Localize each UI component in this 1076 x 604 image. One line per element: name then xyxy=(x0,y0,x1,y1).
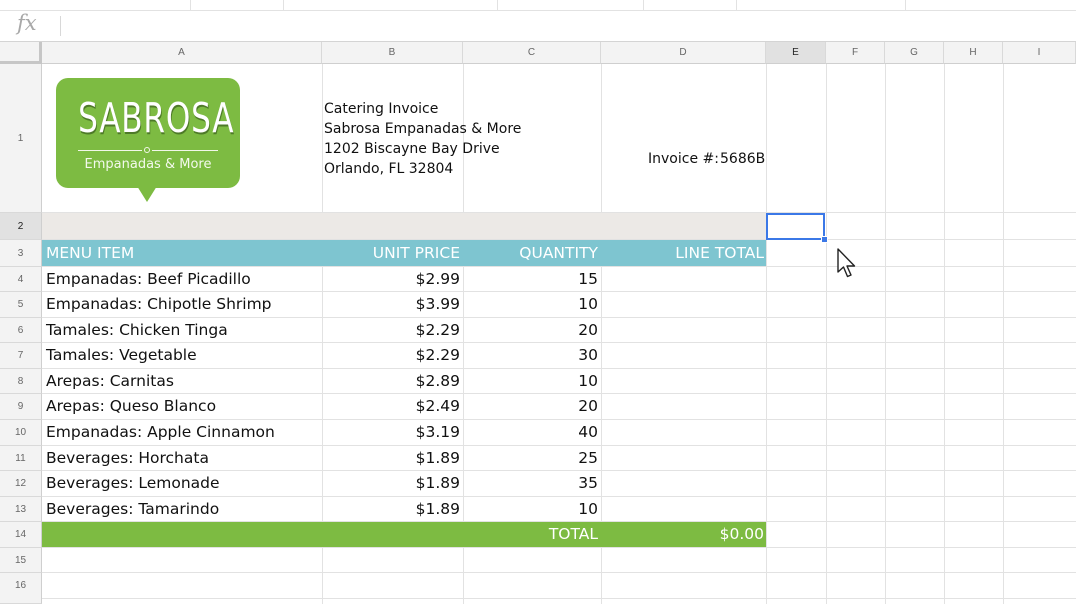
item-qty[interactable]: 15 xyxy=(463,267,598,292)
item-price[interactable]: $2.89 xyxy=(322,369,460,394)
row-header-2[interactable]: 2 xyxy=(0,213,42,240)
formula-bar: fx xyxy=(0,11,1076,42)
fx-icon: fx xyxy=(17,11,37,35)
invoice-number-value: 5686B xyxy=(720,151,766,167)
item-qty[interactable]: 30 xyxy=(463,343,598,368)
street-address: 1202 Biscayne Bay Drive xyxy=(324,141,500,157)
row-header-3[interactable]: 3 xyxy=(0,240,42,267)
item-qty[interactable]: 25 xyxy=(463,446,598,471)
header-line-total[interactable]: LINE TOTAL xyxy=(601,241,764,266)
item-price[interactable]: $1.89 xyxy=(322,497,460,522)
item-qty[interactable]: 10 xyxy=(463,369,598,394)
item-name[interactable]: Empanadas: Apple Cinnamon xyxy=(46,420,275,445)
spacer-row xyxy=(42,213,766,239)
row-header-6[interactable]: 6 xyxy=(0,318,42,343)
item-price[interactable]: $2.29 xyxy=(322,318,460,343)
formula-bar-divider xyxy=(60,16,61,36)
column-header-g[interactable]: G xyxy=(885,42,944,64)
item-qty[interactable]: 20 xyxy=(463,318,598,343)
city-state-zip: Orlando, FL 32804 xyxy=(324,161,454,177)
item-price[interactable]: $1.89 xyxy=(322,471,460,496)
row-header-12[interactable]: 12 xyxy=(0,471,42,497)
item-price[interactable]: $3.99 xyxy=(322,292,460,317)
column-header-i[interactable]: I xyxy=(1003,42,1076,64)
item-name[interactable]: Beverages: Lemonade xyxy=(46,471,220,496)
row-header-11[interactable]: 11 xyxy=(0,446,42,471)
header-quantity[interactable]: QUANTITY xyxy=(463,241,598,266)
select-all-corner[interactable] xyxy=(0,42,42,64)
header-menu-item[interactable]: MENU ITEM xyxy=(46,241,134,266)
row-header-4[interactable]: 4 xyxy=(0,267,42,292)
row-header-5[interactable]: 5 xyxy=(0,292,42,318)
logo-subtitle: Empanadas & More xyxy=(84,157,212,172)
grid-line xyxy=(42,572,1076,573)
item-price[interactable]: $2.29 xyxy=(322,343,460,368)
column-header-b[interactable]: B xyxy=(322,42,463,64)
logo-rule-left xyxy=(78,150,142,151)
item-qty[interactable]: 40 xyxy=(463,420,598,445)
total-value[interactable]: $0.00 xyxy=(601,522,764,547)
column-header-d[interactable]: D xyxy=(601,42,766,64)
column-header-e[interactable]: E xyxy=(766,42,826,64)
column-header-h[interactable]: H xyxy=(944,42,1003,64)
invoice-number-label: Invoice #: xyxy=(648,151,719,167)
item-name[interactable]: Tamales: Chicken Tinga xyxy=(46,318,228,343)
header-unit-price[interactable]: UNIT PRICE xyxy=(322,241,460,266)
column-header-c[interactable]: C xyxy=(463,42,601,64)
item-price[interactable]: $2.99 xyxy=(322,267,460,292)
logo-rule-right xyxy=(152,150,218,151)
item-qty[interactable]: 20 xyxy=(463,394,598,419)
toolbar-edge xyxy=(0,0,1076,11)
total-label[interactable]: TOTAL xyxy=(463,522,598,547)
logo-title: SABROSA xyxy=(78,94,235,142)
invoice-heading: Catering Invoice xyxy=(324,101,439,117)
grid-line xyxy=(42,598,1076,599)
row-header-10[interactable]: 10 xyxy=(0,420,42,446)
item-name[interactable]: Empanadas: Chipotle Shrimp xyxy=(46,292,272,317)
grid-line xyxy=(885,64,886,604)
item-name[interactable]: Empanadas: Beef Picadillo xyxy=(46,267,251,292)
item-name[interactable]: Beverages: Horchata xyxy=(46,446,209,471)
item-qty[interactable]: 10 xyxy=(463,292,598,317)
row-header-1[interactable]: 1 xyxy=(0,64,42,213)
item-price[interactable]: $1.89 xyxy=(322,446,460,471)
item-name[interactable]: Tamales: Vegetable xyxy=(46,343,197,368)
grid-line xyxy=(766,64,767,604)
arrow-cursor-icon xyxy=(837,248,856,278)
row-header-8[interactable]: 8 xyxy=(0,369,42,394)
item-name[interactable]: Arepas: Carnitas xyxy=(46,369,174,394)
item-qty[interactable]: 35 xyxy=(463,471,598,496)
grid-line xyxy=(42,547,1076,548)
item-qty[interactable]: 10 xyxy=(463,497,598,522)
column-header-f[interactable]: F xyxy=(826,42,885,64)
column-header-a[interactable]: A xyxy=(42,42,322,64)
sabrosa-logo: SABROSA Empanadas & More xyxy=(56,78,240,188)
company-name: Sabrosa Empanadas & More xyxy=(324,121,522,137)
row-header-7[interactable]: 7 xyxy=(0,343,42,369)
fill-handle[interactable] xyxy=(821,236,828,243)
row-header-14[interactable]: 14 xyxy=(0,522,42,548)
item-name[interactable]: Arepas: Queso Blanco xyxy=(46,394,216,419)
row-header-9[interactable]: 9 xyxy=(0,394,42,420)
row-header-15[interactable]: 15 xyxy=(0,548,42,573)
selected-cell-e2[interactable] xyxy=(766,213,825,240)
row-header-16[interactable]: 16 xyxy=(0,573,42,604)
row-header-13[interactable]: 13 xyxy=(0,497,42,522)
item-price[interactable]: $3.19 xyxy=(322,420,460,445)
grid-line xyxy=(1003,64,1004,604)
item-name[interactable]: Beverages: Tamarindo xyxy=(46,497,219,522)
item-price[interactable]: $2.49 xyxy=(322,394,460,419)
formula-input[interactable] xyxy=(70,15,1060,37)
grid-line xyxy=(826,64,827,604)
logo-dot-icon xyxy=(144,147,150,153)
grid-line xyxy=(944,64,945,604)
logo-speech-tail-icon xyxy=(137,186,157,202)
